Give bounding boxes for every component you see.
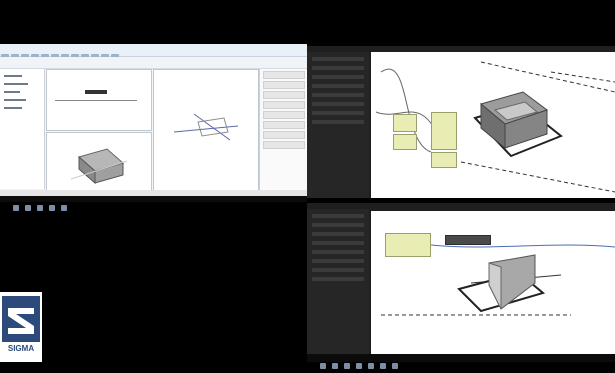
taskbar-right[interactable]	[307, 354, 615, 369]
code-block-node[interactable]	[393, 114, 417, 132]
plan-view[interactable]	[153, 69, 259, 192]
taskbar-icon[interactable]	[49, 205, 55, 211]
level-line	[55, 100, 137, 101]
taskbar-icon[interactable]	[392, 363, 398, 369]
library-item[interactable]	[312, 84, 364, 88]
properties-panel[interactable]	[259, 69, 307, 190]
library-item[interactable]	[312, 111, 364, 115]
dynamo-sidebar[interactable]	[307, 52, 369, 198]
library-item[interactable]	[312, 268, 364, 272]
library-item[interactable]	[312, 241, 364, 245]
code-block-node[interactable]	[393, 134, 417, 150]
3d-view[interactable]	[46, 132, 152, 192]
project-browser[interactable]	[0, 69, 45, 189]
taskbar-icon[interactable]	[320, 363, 326, 369]
taskbar-icon[interactable]	[25, 205, 31, 211]
logo-s-shape-icon	[8, 308, 34, 334]
taskbar-icon[interactable]	[13, 205, 19, 211]
ribbon-panel	[0, 57, 307, 69]
browser-item[interactable]	[4, 107, 22, 109]
taskbar-icon[interactable]	[380, 363, 386, 369]
dynamo-window-top	[307, 46, 615, 198]
property-row[interactable]	[263, 81, 305, 89]
logo-text: SIGMA	[7, 344, 35, 353]
dynamo-canvas[interactable]	[371, 52, 615, 198]
dynamo-canvas[interactable]	[371, 211, 615, 354]
property-row[interactable]	[263, 101, 305, 109]
library-item[interactable]	[312, 250, 364, 254]
library-item[interactable]	[312, 57, 364, 61]
property-row[interactable]	[263, 91, 305, 99]
code-block-node[interactable]	[385, 233, 431, 257]
browser-item[interactable]	[4, 83, 28, 85]
library-item[interactable]	[312, 259, 364, 263]
library-item[interactable]	[312, 232, 364, 236]
library-item[interactable]	[312, 75, 364, 79]
property-row[interactable]	[263, 121, 305, 129]
taskbar-icon[interactable]	[368, 363, 374, 369]
taskbar-icon[interactable]	[61, 205, 67, 211]
browser-item[interactable]	[4, 91, 20, 93]
property-row[interactable]	[263, 71, 305, 79]
code-block-node[interactable]	[431, 152, 457, 168]
browser-item[interactable]	[4, 99, 26, 101]
library-item[interactable]	[312, 277, 364, 281]
taskbar-icon[interactable]	[332, 363, 338, 369]
library-item[interactable]	[312, 102, 364, 106]
library-item[interactable]	[312, 214, 364, 218]
watch-node[interactable]	[445, 235, 491, 245]
taskbar-icon[interactable]	[37, 205, 43, 211]
taskbar-icon[interactable]	[356, 363, 362, 369]
3d-massing-model-icon	[70, 148, 128, 185]
sigma-logo: SIGMA	[0, 292, 42, 362]
ribbon-toolbar[interactable]	[0, 44, 307, 62]
browser-item[interactable]	[4, 75, 22, 77]
elevation-view[interactable]	[46, 69, 152, 131]
revit-window	[0, 44, 307, 196]
logo-mark-icon	[2, 296, 40, 342]
property-row[interactable]	[263, 111, 305, 119]
dynamo-window-bottom	[307, 203, 615, 354]
property-row[interactable]	[263, 131, 305, 139]
plan-linework-icon	[173, 113, 239, 141]
library-item[interactable]	[312, 93, 364, 97]
library-item[interactable]	[312, 120, 364, 124]
taskbar-left[interactable]	[0, 196, 307, 211]
library-item[interactable]	[312, 66, 364, 70]
property-row[interactable]	[263, 141, 305, 149]
level-marker	[85, 90, 107, 94]
library-item[interactable]	[312, 223, 364, 227]
code-block-node[interactable]	[431, 112, 457, 150]
dynamo-sidebar[interactable]	[307, 209, 369, 354]
taskbar-icon[interactable]	[344, 363, 350, 369]
